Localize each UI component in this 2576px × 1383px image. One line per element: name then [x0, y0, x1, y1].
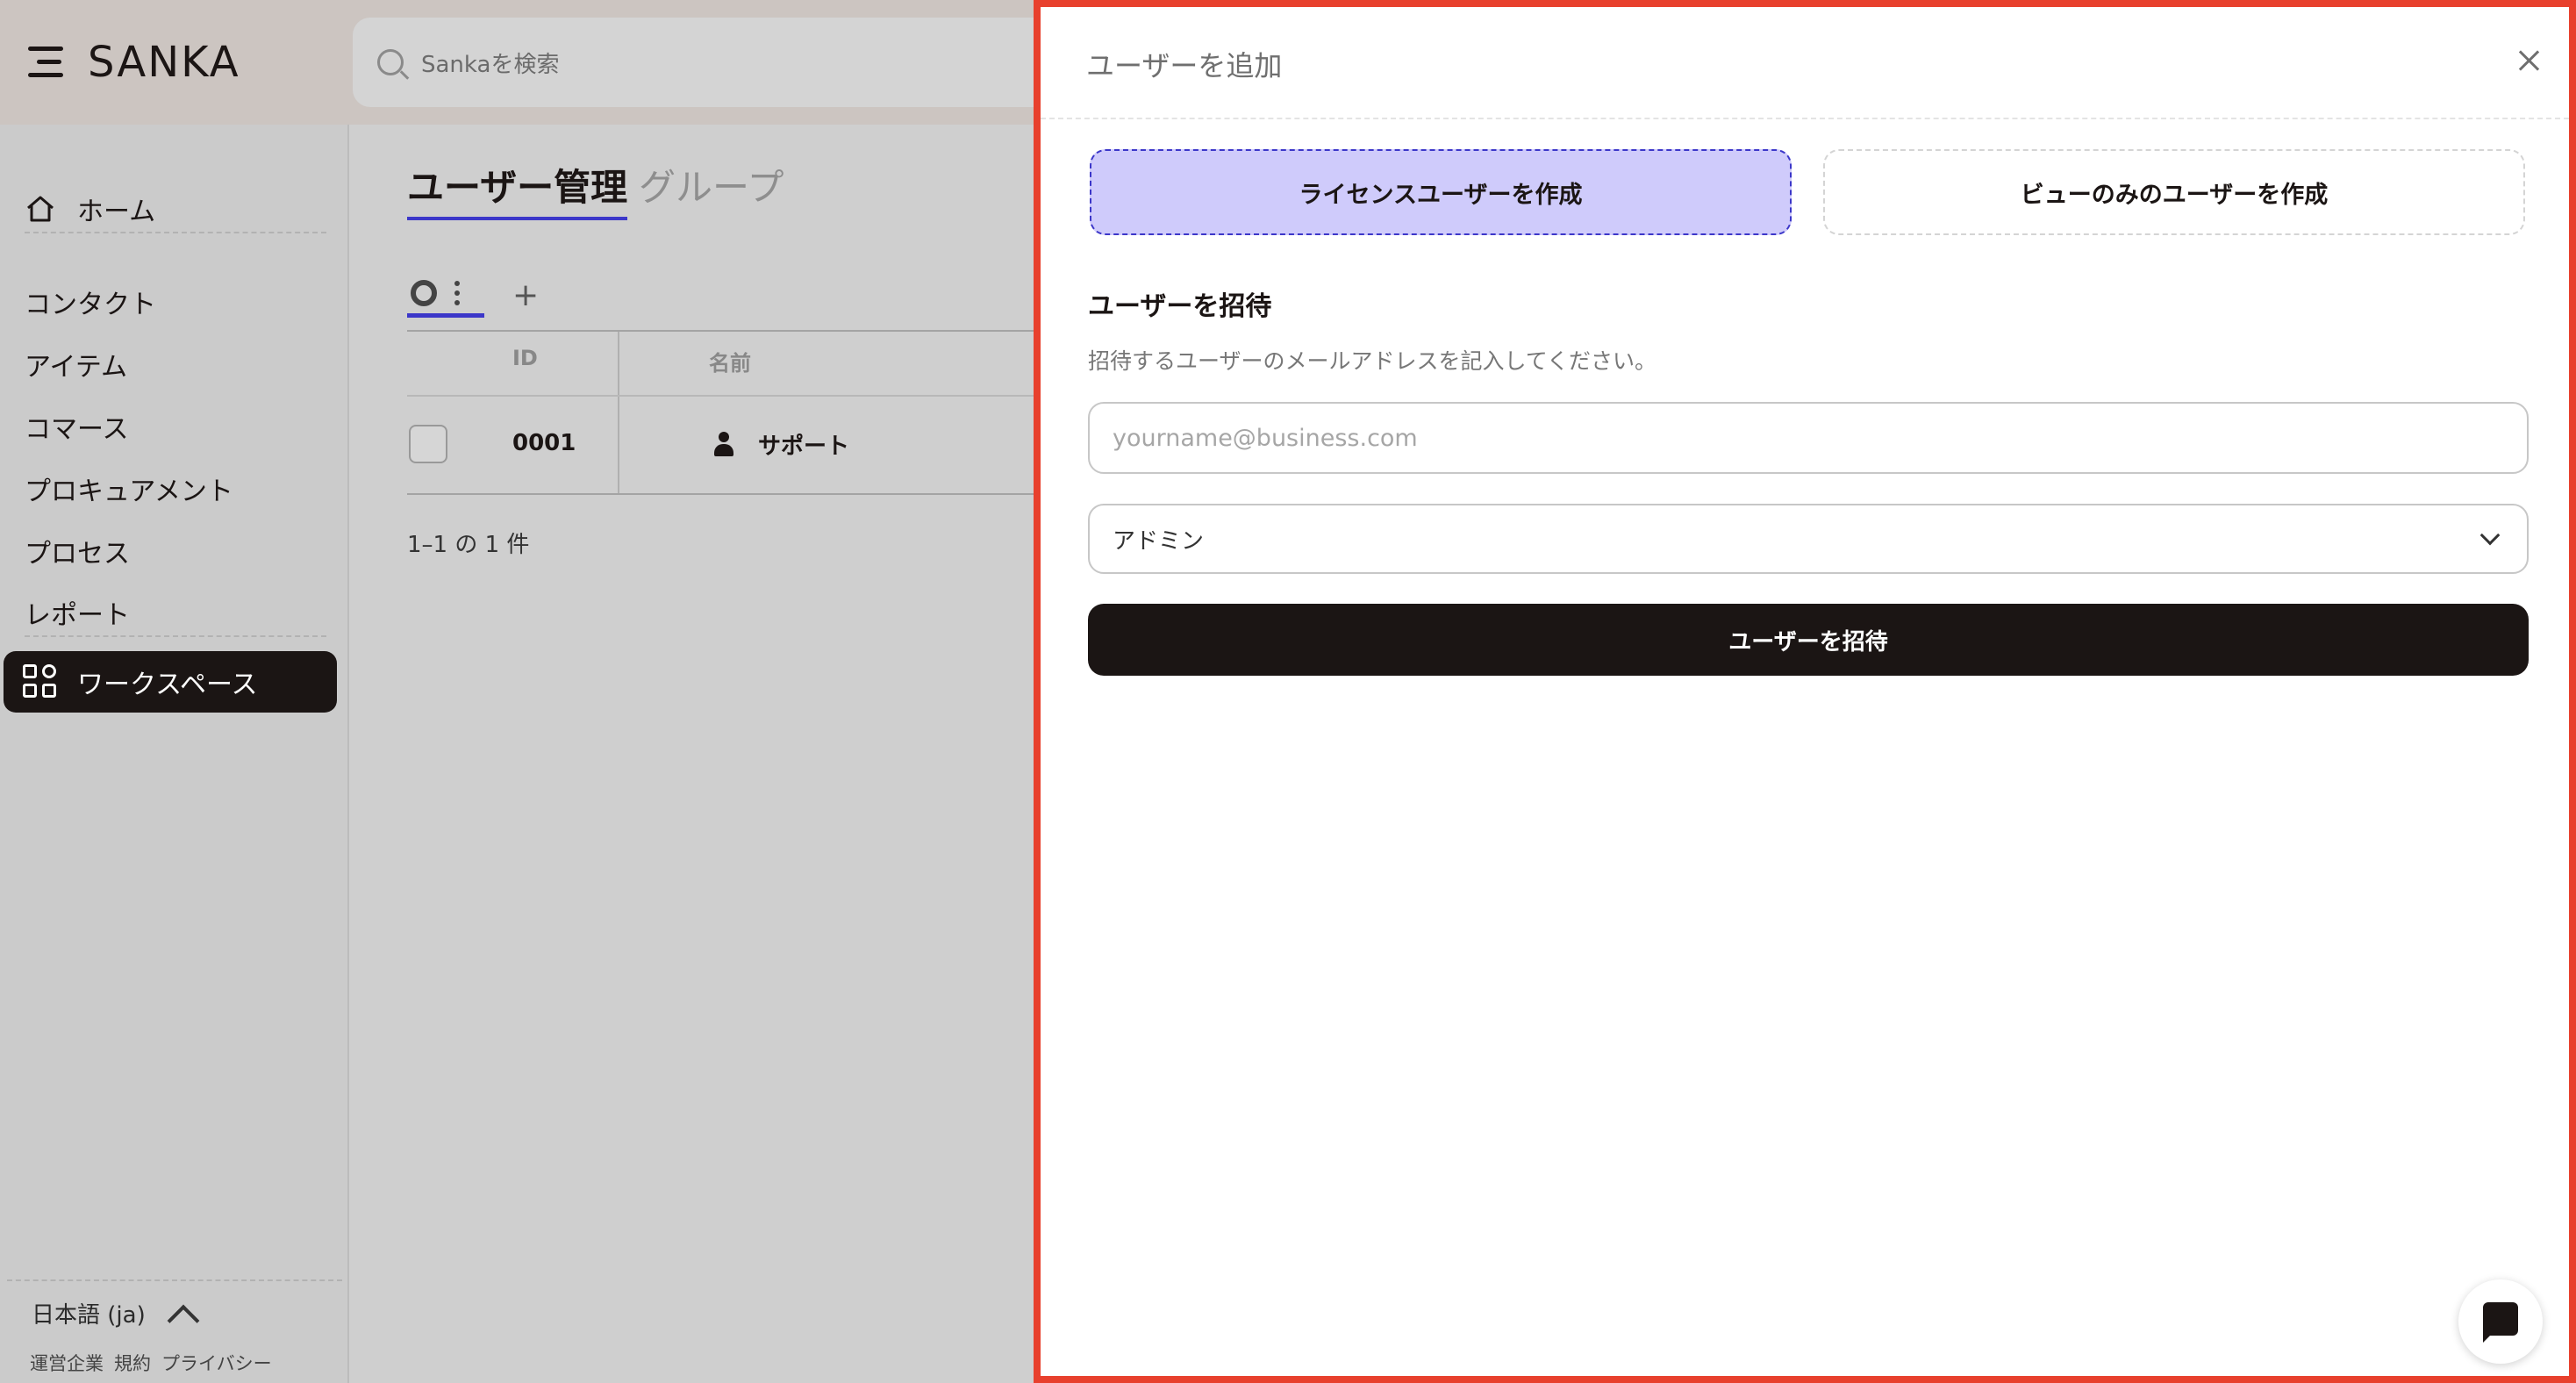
brand: SANKA	[28, 35, 240, 90]
footer-link-company[interactable]: 運営企業	[30, 1350, 104, 1376]
chat-button[interactable]	[2458, 1279, 2543, 1364]
pagination-info: 1–1 の 1 件	[407, 532, 530, 558]
sidebar-item-label: プロセス	[25, 539, 130, 570]
footer-link-privacy[interactable]: プライバシー	[161, 1350, 272, 1376]
sidebar-divider	[25, 635, 326, 637]
invite-user-button[interactable]: ユーザーを招待	[1088, 604, 2529, 676]
view-tab-default[interactable]	[407, 272, 484, 318]
sidebar-item-label: プロキュアメント	[25, 477, 233, 507]
add-view-icon[interactable]: +	[512, 277, 539, 313]
table-bottom-border	[407, 493, 1035, 495]
sidebar: ホーム コンタクト アイテム コマース プロキュアメント プロセス レポート ワ…	[0, 125, 349, 1383]
menu-icon[interactable]	[28, 43, 67, 82]
main-content: ユーザー管理 グループ + ID 名前 0001 サポート 1–1 の 1 件	[351, 125, 1035, 1383]
row-checkbox[interactable]	[409, 425, 447, 463]
role-selected-value: アドミン	[1113, 527, 1205, 555]
table-top-border	[407, 330, 1035, 332]
view-tabs: +	[407, 272, 539, 318]
role-select[interactable]: アドミン	[1088, 504, 2529, 574]
more-vertical-icon[interactable]	[454, 280, 460, 305]
search-icon	[377, 49, 404, 75]
sidebar-item-label: ワークスペース	[77, 670, 258, 700]
email-field[interactable]	[1088, 402, 2529, 474]
sidebar-item-home[interactable]: ホーム	[25, 186, 155, 232]
cell-id[interactable]: 0001	[512, 430, 576, 456]
circle-icon	[411, 279, 437, 306]
section-description: 招待するユーザーのメールアドレスを記入してください。	[1088, 348, 1657, 374]
sidebar-item-label: ホーム	[77, 197, 156, 227]
panel-divider	[1041, 118, 2569, 119]
close-icon[interactable]	[2516, 47, 2543, 74]
sidebar-item-reports[interactable]: レポート	[25, 590, 130, 635]
language-selector[interactable]: 日本語 (ja)	[32, 1297, 200, 1336]
column-header-id: ID	[512, 346, 538, 370]
chevron-up-icon	[167, 1304, 200, 1336]
sidebar-item-label: アイテム	[25, 352, 127, 383]
sidebar-item-label: コンタクト	[25, 290, 156, 320]
sidebar-item-label: レポート	[25, 600, 130, 631]
license-user-button[interactable]: ライセンスユーザーを作成	[1090, 149, 1792, 235]
view-only-user-button[interactable]: ビューのみのユーザーを作成	[1823, 149, 2525, 235]
table-header-border	[407, 395, 1035, 397]
tab-groups[interactable]: グループ	[639, 158, 784, 211]
search-placeholder: Sankaを検索	[421, 51, 560, 78]
footer-links: 運営企業 規約 プライバシー	[30, 1350, 272, 1376]
chevron-down-icon	[2479, 525, 2501, 546]
add-user-panel: ユーザーを追加 ライセンスユーザーを作成 ビューのみのユーザーを作成 ユーザーを…	[1034, 0, 2576, 1383]
sidebar-item-procurement[interactable]: プロキュアメント	[25, 466, 233, 512]
sidebar-item-workspace[interactable]: ワークスペース	[4, 651, 337, 713]
footer-link-terms[interactable]: 規約	[114, 1350, 151, 1376]
brand-logo[interactable]: SANKA	[88, 38, 240, 87]
sidebar-item-items[interactable]: アイテム	[25, 341, 127, 387]
sidebar-divider	[7, 1279, 342, 1281]
person-icon	[712, 432, 735, 458]
cell-name[interactable]: サポート	[758, 428, 849, 461]
language-label: 日本語 (ja)	[32, 1302, 146, 1329]
home-icon	[27, 196, 54, 222]
sidebar-item-contacts[interactable]: コンタクト	[25, 279, 156, 325]
tab-user-management[interactable]: ユーザー管理	[407, 158, 628, 220]
sidebar-item-label: コマース	[25, 414, 129, 445]
column-header-name: 名前	[709, 351, 751, 376]
sidebar-item-commerce[interactable]: コマース	[25, 404, 129, 449]
sidebar-divider	[25, 232, 326, 233]
column-separator	[618, 332, 619, 495]
section-title: ユーザーを招待	[1088, 291, 1272, 322]
panel-title: ユーザーを追加	[1086, 49, 1283, 82]
chat-icon	[2483, 1302, 2518, 1343]
sidebar-item-process[interactable]: プロセス	[25, 528, 130, 574]
grid-icon	[23, 664, 58, 699]
